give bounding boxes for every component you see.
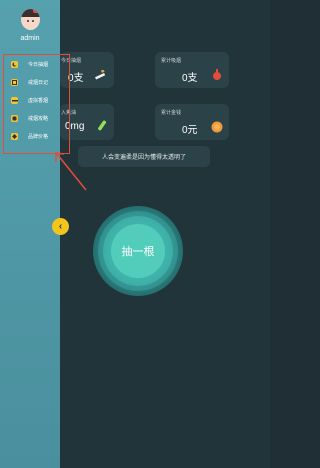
menu-item-brand-price[interactable]: 品牌价格 <box>11 130 48 142</box>
smoke-button-ring: 抽一根 <box>103 216 173 286</box>
guide-icon <box>11 114 18 122</box>
money-label: 累计金钱 <box>161 110 182 116</box>
menu-item-guide[interactable]: 戒烟攻略 <box>11 112 48 124</box>
quote-banner: 人会变遍柔是因为懂得太透明了 <box>78 146 210 167</box>
menu-item-virtual-cigarette[interactable]: 虚拟香烟 <box>11 94 48 106</box>
chevron-left-icon: ‹ <box>58 221 63 232</box>
diary-icon <box>11 78 18 86</box>
total-smoked-value: 0支 <box>182 73 198 84</box>
price-tag-icon <box>11 132 18 140</box>
annotation-arrow <box>55 152 87 191</box>
menu-item-today[interactable]: 今日抽烟 <box>11 58 48 70</box>
cigarette-icon <box>11 96 18 104</box>
username: admin <box>20 35 40 42</box>
menu-item-label: 品牌价格 <box>28 133 49 140</box>
drawer-toggle-button[interactable]: ‹ <box>52 218 69 235</box>
today-value: 0支 <box>68 73 84 84</box>
lighter-icon <box>213 69 221 80</box>
coin-icon <box>211 121 223 133</box>
test-tube-icon <box>98 120 107 131</box>
menu-item-label: 虚拟香烟 <box>28 97 49 104</box>
menu-item-label: 今日抽烟 <box>28 61 49 68</box>
smoke-one-button[interactable]: 抽一根 <box>93 206 183 296</box>
menu-item-label: 戒烟日记 <box>28 79 49 86</box>
smoke-button-label: 抽一根 <box>111 224 165 278</box>
total-smoked-label: 累计吸烟 <box>161 58 182 64</box>
money-card[interactable]: 累计金钱 0元 <box>155 104 229 140</box>
total-smoked-card[interactable]: 累计吸烟 0支 <box>155 52 229 88</box>
cigarette-icon <box>95 70 106 80</box>
drawer-menu-highlight: 今日抽烟 戒烟日记 虚拟香烟 戒烟攻略 品牌价格 <box>3 54 70 154</box>
avatar[interactable] <box>21 9 40 30</box>
menu-item-label: 戒烟攻略 <box>28 115 49 122</box>
money-value: 0元 <box>182 125 198 136</box>
moon-icon <box>11 60 18 68</box>
menu-item-diary[interactable]: 戒烟日记 <box>11 76 48 88</box>
